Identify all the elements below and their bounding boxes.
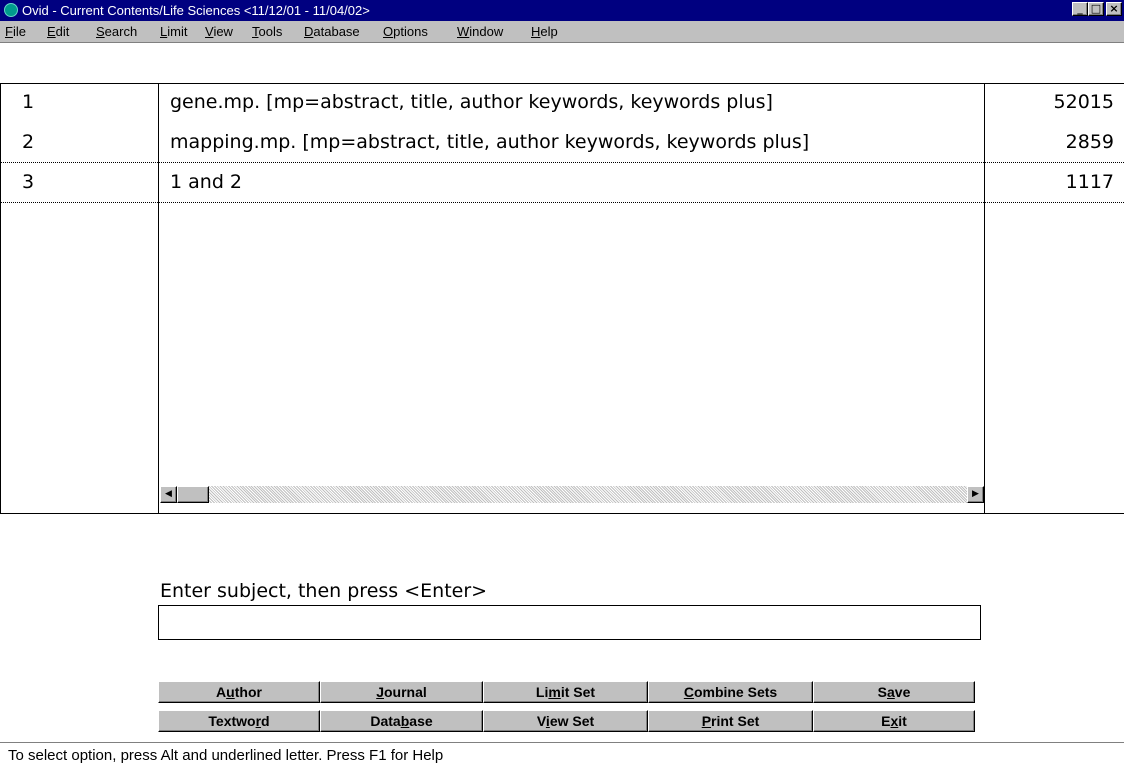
grid-left-border [0, 83, 1, 514]
status-text: To select option, press Alt and underlin… [8, 747, 444, 764]
close-icon: × [1109, 2, 1119, 15]
menu-edit[interactable]: Edit [47, 24, 69, 40]
scroll-thumb[interactable] [177, 486, 209, 503]
set-query: gene.mp. [mp=abstract, title, author key… [170, 91, 773, 113]
arrow-right-icon: ▶ [972, 489, 979, 499]
title-bar[interactable]: Ovid - Current Contents/Life Sciences <1… [0, 0, 1124, 21]
textword-button[interactable]: Textword [158, 710, 320, 732]
minimize-button[interactable]: _ [1072, 2, 1088, 16]
scroll-left-button[interactable]: ◀ [160, 486, 177, 503]
journal-button[interactable]: Journal [320, 681, 483, 703]
subject-prompt: Enter subject, then press <Enter> [160, 580, 488, 602]
set-count: 2859 [1065, 131, 1114, 153]
maximize-button[interactable]: □ [1088, 2, 1104, 16]
grid-divider-2 [984, 83, 985, 514]
menu-file[interactable]: File [5, 24, 26, 40]
save-button[interactable]: Save [813, 681, 975, 703]
menu-limit[interactable]: Limit [160, 24, 187, 40]
arrow-left-icon: ◀ [165, 489, 172, 499]
selected-row-bottom [0, 202, 1124, 203]
menu-tools[interactable]: Tools [252, 24, 282, 40]
combine-sets-button[interactable]: Combine Sets [648, 681, 813, 703]
menu-search[interactable]: Search [96, 24, 137, 40]
minimize-icon: _ [1077, 2, 1083, 15]
set-number: 3 [22, 171, 35, 193]
selected-row-top [0, 162, 1124, 163]
menu-options[interactable]: Options [383, 24, 428, 40]
menu-database[interactable]: Database [304, 24, 360, 40]
author-button[interactable]: Author [158, 681, 320, 703]
set-query: 1 and 2 [170, 171, 243, 193]
set-count: 52015 [1053, 91, 1114, 113]
set-number: 1 [22, 91, 35, 113]
status-bar: To select option, press Alt and underlin… [0, 742, 1124, 769]
set-number: 2 [22, 131, 35, 153]
grid-bottom-border [0, 513, 1124, 514]
menu-bar: File Edit Search Limit View Tools Databa… [0, 21, 1124, 43]
limit-set-button[interactable]: Limit Set [483, 681, 648, 703]
horizontal-scrollbar[interactable]: ◀ ▶ [160, 486, 984, 503]
print-set-button[interactable]: Print Set [648, 710, 813, 732]
database-button[interactable]: Database [320, 710, 483, 732]
menu-view[interactable]: View [205, 24, 233, 40]
set-query: mapping.mp. [mp=abstract, title, author … [170, 131, 810, 153]
close-button[interactable]: × [1106, 2, 1122, 16]
view-set-button[interactable]: View Set [483, 710, 648, 732]
menu-window[interactable]: Window [457, 24, 503, 40]
set-count: 1117 [1065, 171, 1114, 193]
window-title: Ovid - Current Contents/Life Sciences <1… [22, 3, 370, 18]
subject-input[interactable] [158, 605, 981, 640]
ovid-app-icon [4, 3, 18, 17]
exit-button[interactable]: Exit [813, 710, 975, 732]
grid-divider-1 [158, 83, 159, 514]
grid-top-border [0, 83, 1124, 84]
menu-help[interactable]: Help [531, 24, 558, 40]
scroll-right-button[interactable]: ▶ [967, 486, 984, 503]
maximize-icon: □ [1090, 2, 1102, 15]
